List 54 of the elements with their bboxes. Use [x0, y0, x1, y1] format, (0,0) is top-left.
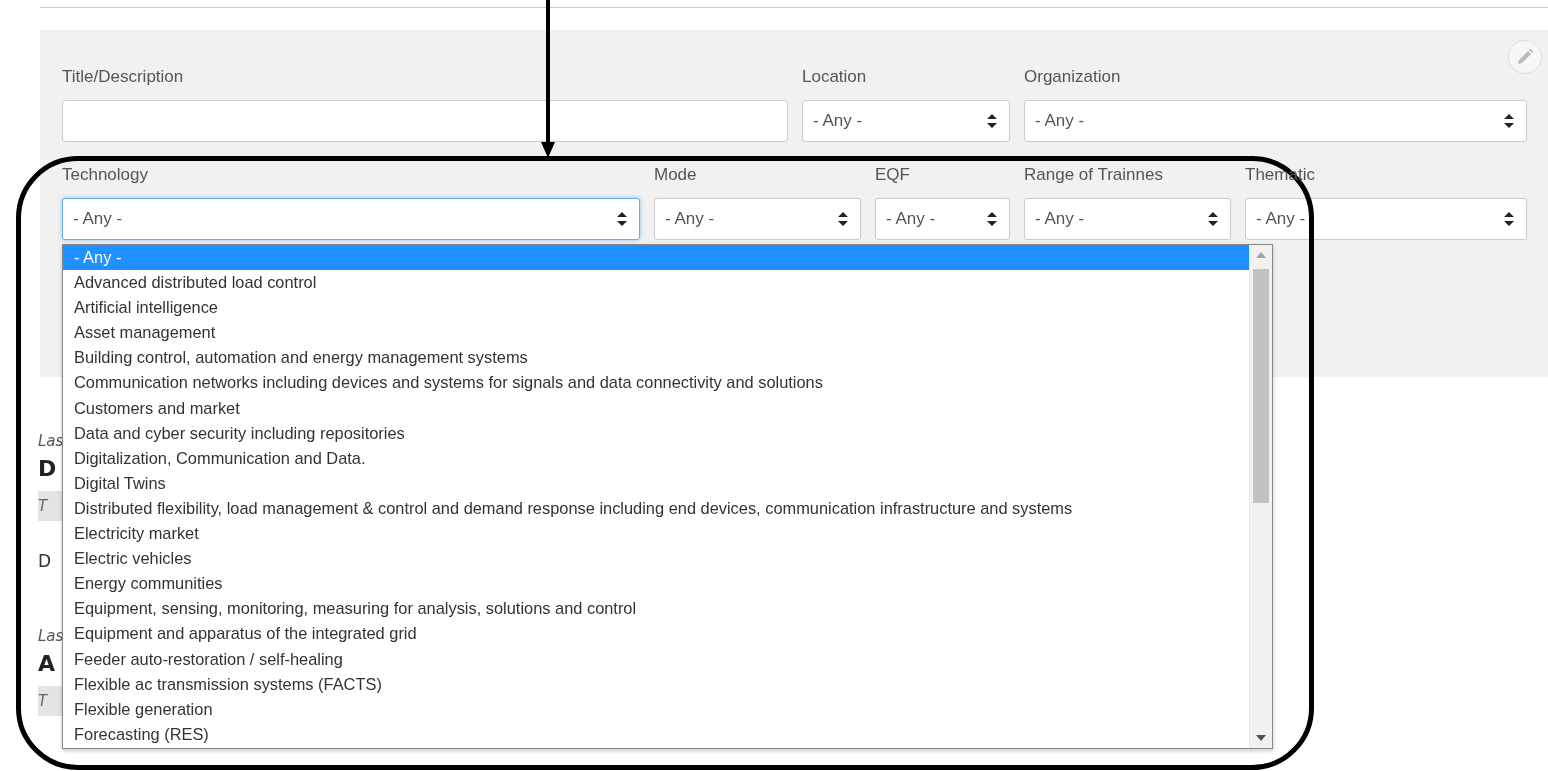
tag-chip: T [38, 686, 62, 716]
result-title: D [38, 456, 58, 481]
sort-arrows-icon [1208, 212, 1218, 226]
dropdown-option[interactable]: Data and cyber security including repositories [63, 420, 1249, 446]
sort-arrows-icon [1504, 212, 1514, 226]
pencil-icon [1516, 48, 1534, 66]
scrollbar-thumb[interactable] [1253, 269, 1269, 503]
scroll-up-icon[interactable] [1256, 252, 1266, 258]
dropdown-option[interactable]: Asset management [63, 320, 1249, 346]
sort-arrows-icon [987, 114, 997, 128]
sort-arrows-icon [838, 212, 848, 226]
dropdown-option[interactable]: Distributed flexibility, load management & control and demand response including end devices, communication infrastructure and systems [63, 495, 1249, 522]
dropdown-option[interactable]: Feeder auto-restoration / self-healing [63, 646, 1249, 672]
sort-arrows-icon [617, 212, 627, 226]
dropdown-option[interactable]: Forecasting (RES) [63, 721, 1249, 747]
select-field[interactable]: - Any - [802, 100, 1010, 142]
field-label: Location [802, 66, 867, 88]
dropdown-option[interactable]: Electricity market [63, 521, 1249, 547]
scrollbar[interactable] [1249, 245, 1272, 748]
dropdown-option[interactable]: Building control, automation and energy management systems [63, 345, 1249, 371]
field-label: Organization [1024, 66, 1121, 88]
select-field[interactable]: - Any - [62, 198, 640, 240]
select-field[interactable]: - Any - [1024, 198, 1231, 240]
meta-text: Las [38, 627, 62, 645]
select-field[interactable]: - Any - [1024, 100, 1527, 142]
select-field[interactable]: - Any - [654, 198, 861, 240]
input-field[interactable] [62, 100, 788, 142]
dropdown-option[interactable]: Flexible ac transmission systems (FACTS) [63, 671, 1249, 697]
field-label: EQF [875, 164, 910, 186]
dropdown-option[interactable]: Customers and market [63, 395, 1249, 421]
select-field[interactable]: - Any - [1245, 198, 1527, 240]
dropdown-option[interactable]: Energy communities [63, 571, 1249, 597]
result-title: A [38, 651, 57, 676]
body-text: D [38, 551, 53, 571]
scroll-down-icon[interactable] [1256, 735, 1266, 741]
field-label: Technology [62, 164, 148, 186]
dropdown-option[interactable]: Communication networks including devices and systems for signals and data connectivity and solutions [63, 370, 1249, 396]
tag-chip: T [38, 491, 62, 521]
dropdown-option[interactable]: Digital Twins [63, 470, 1249, 496]
dropdown-option[interactable]: Artificial intelligence [63, 295, 1249, 321]
field-label: Range of Trainnes [1024, 164, 1163, 186]
dropdown-option[interactable]: Advanced distributed load control [63, 270, 1249, 296]
edit-button[interactable] [1508, 40, 1542, 74]
sort-arrows-icon [1504, 114, 1514, 128]
dropdown-option[interactable]: Flexible generation [63, 696, 1249, 722]
meta-text: Las [38, 432, 62, 450]
dropdown-option[interactable]: Digitalization, Communication and Data. [63, 445, 1249, 471]
field-label: Mode [654, 164, 697, 186]
sort-arrows-icon [987, 212, 997, 226]
select-field[interactable]: - Any - [875, 198, 1010, 240]
dropdown-option[interactable]: Equipment and apparatus of the integrated grid [63, 621, 1249, 647]
field-label: Title/Description [62, 66, 184, 88]
dropdown-option[interactable]: Electric vehicles [63, 546, 1249, 572]
dropdown-option[interactable]: Equipment, sensing, monitoring, measuring for analysis, solutions and control [63, 596, 1249, 622]
